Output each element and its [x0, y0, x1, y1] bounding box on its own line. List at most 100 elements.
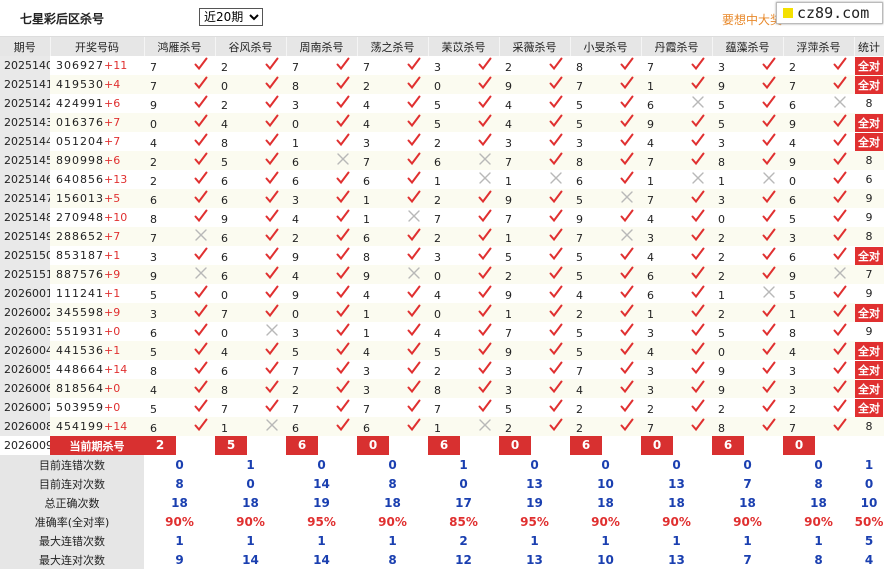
kill-pick-cell: 4	[570, 284, 641, 303]
check-icon	[833, 247, 847, 261]
kill-number: 7	[434, 213, 441, 226]
cross-mark	[265, 419, 279, 435]
row-stat-cell: 9	[865, 325, 873, 338]
kill-pick-cell: 2	[783, 56, 854, 75]
check-icon	[762, 380, 776, 394]
check-mark	[549, 247, 563, 264]
kill-number: 7	[150, 232, 157, 245]
check-icon	[620, 171, 634, 185]
check-icon	[478, 399, 492, 413]
check-mark	[478, 133, 492, 150]
site-logo[interactable]: cz89.com	[776, 2, 883, 24]
check-mark	[762, 228, 776, 245]
check-icon	[549, 152, 563, 166]
check-icon	[194, 285, 208, 299]
check-mark	[762, 190, 776, 207]
draw-number-cell: 345598+9	[50, 303, 144, 322]
kill-pick-cell: 4	[499, 113, 570, 132]
check-icon	[407, 247, 421, 261]
check-mark	[478, 57, 492, 74]
check-mark	[833, 228, 847, 245]
kill-pick-cell: 7	[286, 398, 357, 417]
kill-pick-cell: 4	[286, 265, 357, 284]
kill-number: 2	[292, 232, 299, 245]
kill-pick-cell: 9	[144, 94, 215, 113]
draw-sum-offset: +0	[104, 401, 121, 414]
all-correct-badge: 全对	[855, 56, 883, 75]
kill-number: 3	[505, 137, 512, 150]
kill-number: 7	[150, 80, 157, 93]
summary-value: 0	[499, 455, 570, 474]
draw-number-cell: 503959+0	[50, 398, 144, 417]
check-icon	[762, 152, 776, 166]
kill-number: 6	[363, 232, 370, 245]
check-mark	[762, 133, 776, 150]
check-icon	[194, 361, 208, 375]
kill-pick-cell: 0	[428, 303, 499, 322]
check-mark	[478, 380, 492, 397]
check-icon	[833, 361, 847, 375]
table-row: 2025146 640856+13 2 6 6 6 1 1 6 1 1 0 6	[0, 170, 884, 189]
kill-pick-cell: 6	[286, 151, 357, 170]
current-kill-number: 6	[570, 436, 602, 455]
table-row: 2025143 016376+7 0 4 0 4 5 4 5 9 5 9 全对	[0, 113, 884, 132]
cross-icon	[621, 229, 633, 241]
summary-value: 17	[428, 493, 499, 512]
draw-digits: 270948	[56, 211, 104, 224]
check-icon	[691, 323, 705, 337]
summary-row: 目前连对次数 8 0 14 8 0 13 10 13 7 8 0	[0, 474, 884, 493]
cross-icon	[621, 191, 633, 203]
check-mark	[833, 114, 847, 131]
period-range-select[interactable]: 近20期	[199, 8, 263, 26]
check-icon	[549, 114, 563, 128]
check-mark	[194, 361, 208, 378]
check-mark	[194, 95, 208, 112]
kill-number: 5	[221, 156, 228, 169]
kill-pick-cell: 9	[286, 246, 357, 265]
check-icon	[762, 133, 776, 147]
kill-number: 7	[434, 403, 441, 416]
kill-pick-cell: 5	[428, 113, 499, 132]
summary-value: 2	[428, 531, 499, 550]
kill-pick-cell: 5	[499, 246, 570, 265]
kill-pick-cell: 9	[215, 208, 286, 227]
kill-number: 3	[789, 232, 796, 245]
check-icon	[762, 304, 776, 318]
kill-pick-cell: 3	[286, 94, 357, 113]
kill-pick-cell: 6	[570, 170, 641, 189]
all-correct-badge: 全对	[855, 113, 883, 132]
kill-number: 8	[363, 251, 370, 264]
current-pick-cell: 6	[428, 436, 499, 455]
all-correct-badge: 全对	[855, 379, 883, 398]
check-mark	[549, 95, 563, 112]
check-icon	[407, 304, 421, 318]
check-icon	[194, 114, 208, 128]
check-icon	[478, 114, 492, 128]
check-icon	[407, 95, 421, 109]
kill-pick-cell: 4	[428, 284, 499, 303]
check-mark	[336, 399, 350, 416]
check-mark	[407, 304, 421, 321]
kill-number: 2	[505, 61, 512, 74]
check-mark	[336, 133, 350, 150]
kill-pick-cell: 0	[215, 284, 286, 303]
kill-pick-cell: 7	[215, 303, 286, 322]
kill-pick-cell: 6	[641, 284, 712, 303]
check-mark	[620, 266, 634, 283]
summary-value: 85%	[428, 512, 499, 531]
kill-pick-cell: 6	[215, 227, 286, 246]
check-icon	[691, 190, 705, 204]
kill-pick-cell: 3	[641, 360, 712, 379]
draw-number-cell: 270948+10	[50, 208, 144, 227]
kill-number: 2	[576, 422, 583, 435]
kill-pick-cell: 2	[712, 265, 783, 284]
summary-value: 8	[783, 474, 854, 493]
check-mark	[620, 76, 634, 93]
promo-text[interactable]: 要想中大奖	[722, 11, 782, 28]
cross-icon	[266, 324, 278, 336]
summary-value: 0	[215, 474, 286, 493]
kill-pick-cell: 6	[641, 265, 712, 284]
kill-pick-cell: 9	[144, 265, 215, 284]
draw-sum-offset: +4	[104, 78, 121, 91]
kill-pick-cell: 4	[783, 341, 854, 360]
